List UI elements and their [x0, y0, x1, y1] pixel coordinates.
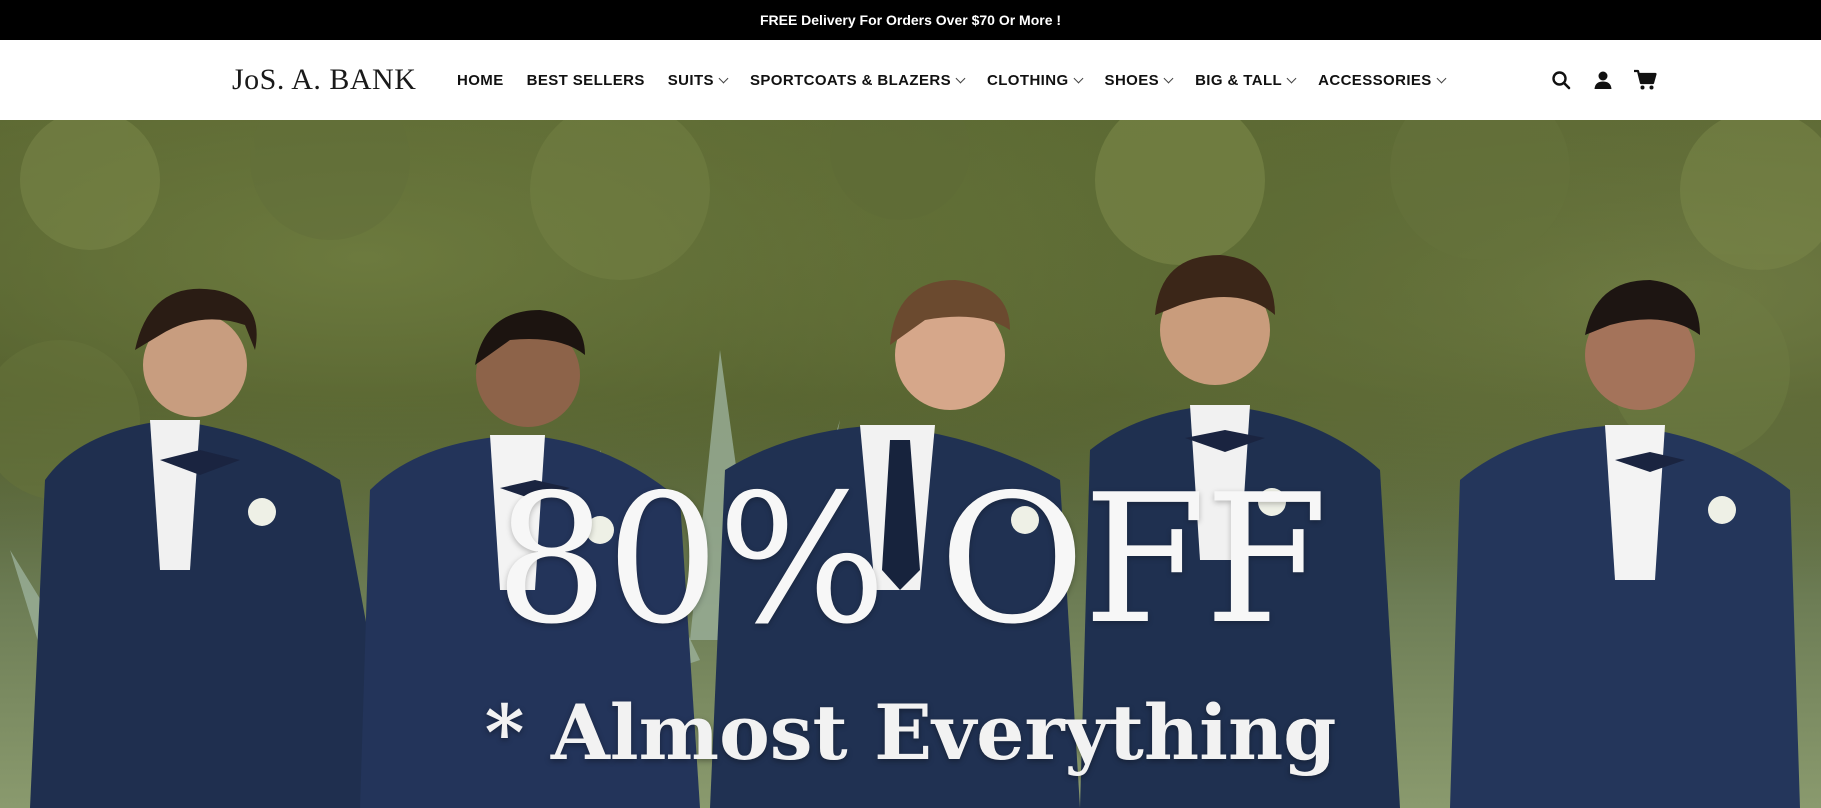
nav-item-label: SPORTCOATS & BLAZERS	[749, 71, 952, 89]
hero-headline: 80% OFF	[494, 456, 1328, 663]
account-icon	[1594, 71, 1612, 89]
nav-item-label: BEST SELLERS	[526, 71, 645, 89]
chevron-down-icon	[1286, 73, 1297, 83]
header-icons	[1540, 40, 1666, 120]
main-nav: HOME BEST SELLERS SUITS SPORTCOATS & BLA…	[457, 40, 1468, 120]
cart-button[interactable]	[1624, 60, 1666, 100]
announcement-text: FREE Delivery For Orders Over $70 Or Mor…	[759, 12, 1062, 28]
nav-item-big-tall[interactable]: BIG & TALL	[1195, 71, 1297, 89]
nav-item-sportcoats-blazers[interactable]: SPORTCOATS & BLAZERS	[749, 71, 966, 89]
nav-item-shoes[interactable]: SHOES	[1104, 71, 1174, 89]
hero-banner[interactable]: 80% OFF * Almost Everything	[0, 120, 1821, 808]
announcement-bar: FREE Delivery For Orders Over $70 Or Mor…	[0, 0, 1821, 40]
site-header: JoS. A. BANK HOME BEST SELLERS SUITS SPO…	[0, 40, 1821, 120]
nav-item-label: HOME	[457, 71, 504, 89]
cart-icon	[1634, 69, 1657, 90]
chevron-down-icon	[1163, 73, 1174, 83]
nav-item-label: SHOES	[1104, 71, 1160, 89]
nav-item-clothing[interactable]: CLOTHING	[987, 71, 1083, 89]
search-icon	[1552, 71, 1571, 90]
nav-item-suits[interactable]: SUITS	[667, 71, 729, 89]
nav-item-label: BIG & TALL	[1195, 71, 1283, 89]
hero-subheadline: * Almost Everything	[484, 688, 1337, 777]
nav-item-home[interactable]: HOME	[457, 72, 504, 89]
nav-item-label: CLOTHING	[987, 71, 1069, 89]
chevron-down-icon	[718, 73, 729, 83]
chevron-down-icon	[955, 73, 966, 83]
chevron-down-icon	[1436, 73, 1447, 83]
brand-logo[interactable]: JoS. A. BANK	[232, 62, 416, 98]
account-button[interactable]	[1582, 60, 1624, 100]
nav-item-accessories[interactable]: ACCESSORIES	[1318, 71, 1447, 89]
nav-item-label: SUITS	[667, 71, 714, 89]
chevron-down-icon	[1073, 73, 1083, 83]
search-button[interactable]	[1540, 60, 1582, 100]
nav-item-best-sellers[interactable]: BEST SELLERS	[527, 72, 645, 89]
nav-item-label: ACCESSORIES	[1318, 71, 1432, 89]
